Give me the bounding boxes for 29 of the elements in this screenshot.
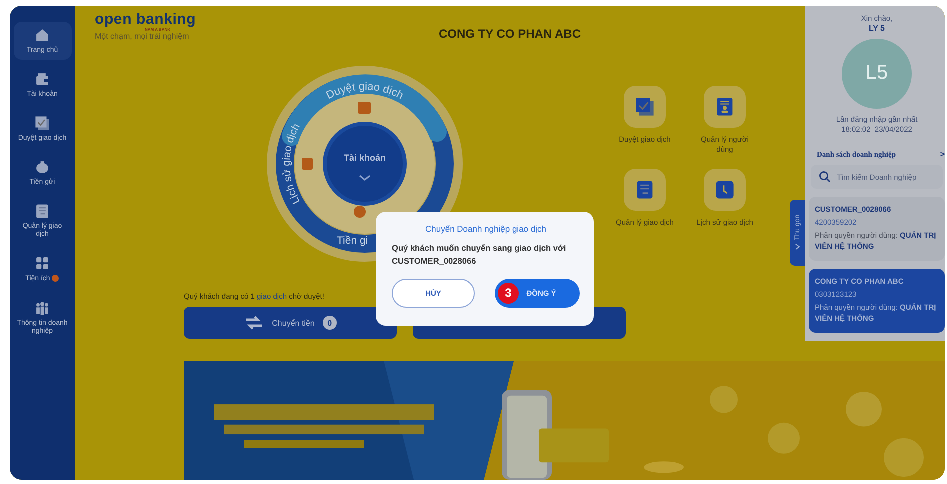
shortcut-tile[interactable] <box>624 86 666 128</box>
step-badge: 3 <box>498 282 519 304</box>
logo: open banking <box>95 12 198 27</box>
dialog-message: Quý khách muốn chuyển sang giao dịch với CUSTOMER_0028066 <box>392 242 568 268</box>
avatar: L5 <box>842 38 912 109</box>
grid-icon <box>34 255 51 272</box>
shortcut-tile[interactable] <box>704 86 746 128</box>
shortcut-tile[interactable] <box>624 169 666 212</box>
wheel-label[interactable]: Duyệt giao dịch <box>324 80 406 102</box>
wheel-center-label[interactable]: Tài khoản <box>344 153 386 163</box>
wheel-label[interactable]: Tiền gi <box>337 235 368 247</box>
shortcut-tile[interactable] <box>704 169 746 212</box>
chevron-icon <box>794 244 801 251</box>
count-badge: 0 <box>322 316 337 330</box>
checklist-icon <box>634 96 656 118</box>
document-icon <box>34 203 51 220</box>
expand-arrow[interactable]: > <box>940 150 945 160</box>
action-button[interactable]: Chuyển tiền 0 <box>184 307 397 339</box>
wallet-icon <box>34 71 51 88</box>
search-icon <box>819 171 831 184</box>
user-name: LY 5 <box>868 24 885 33</box>
transfer-icon <box>244 316 264 330</box>
company-title: CONG TY CO PHAN ABC <box>438 26 581 41</box>
people-icon <box>34 300 51 317</box>
tagline: Một chạm, mọi trải nghiệm <box>95 32 190 41</box>
clock-icon <box>714 179 736 202</box>
checklist-icon <box>34 115 51 132</box>
home-icon <box>34 27 51 44</box>
dialog-title: Chuyển Doanh nghiệp giao dịch <box>424 224 548 234</box>
